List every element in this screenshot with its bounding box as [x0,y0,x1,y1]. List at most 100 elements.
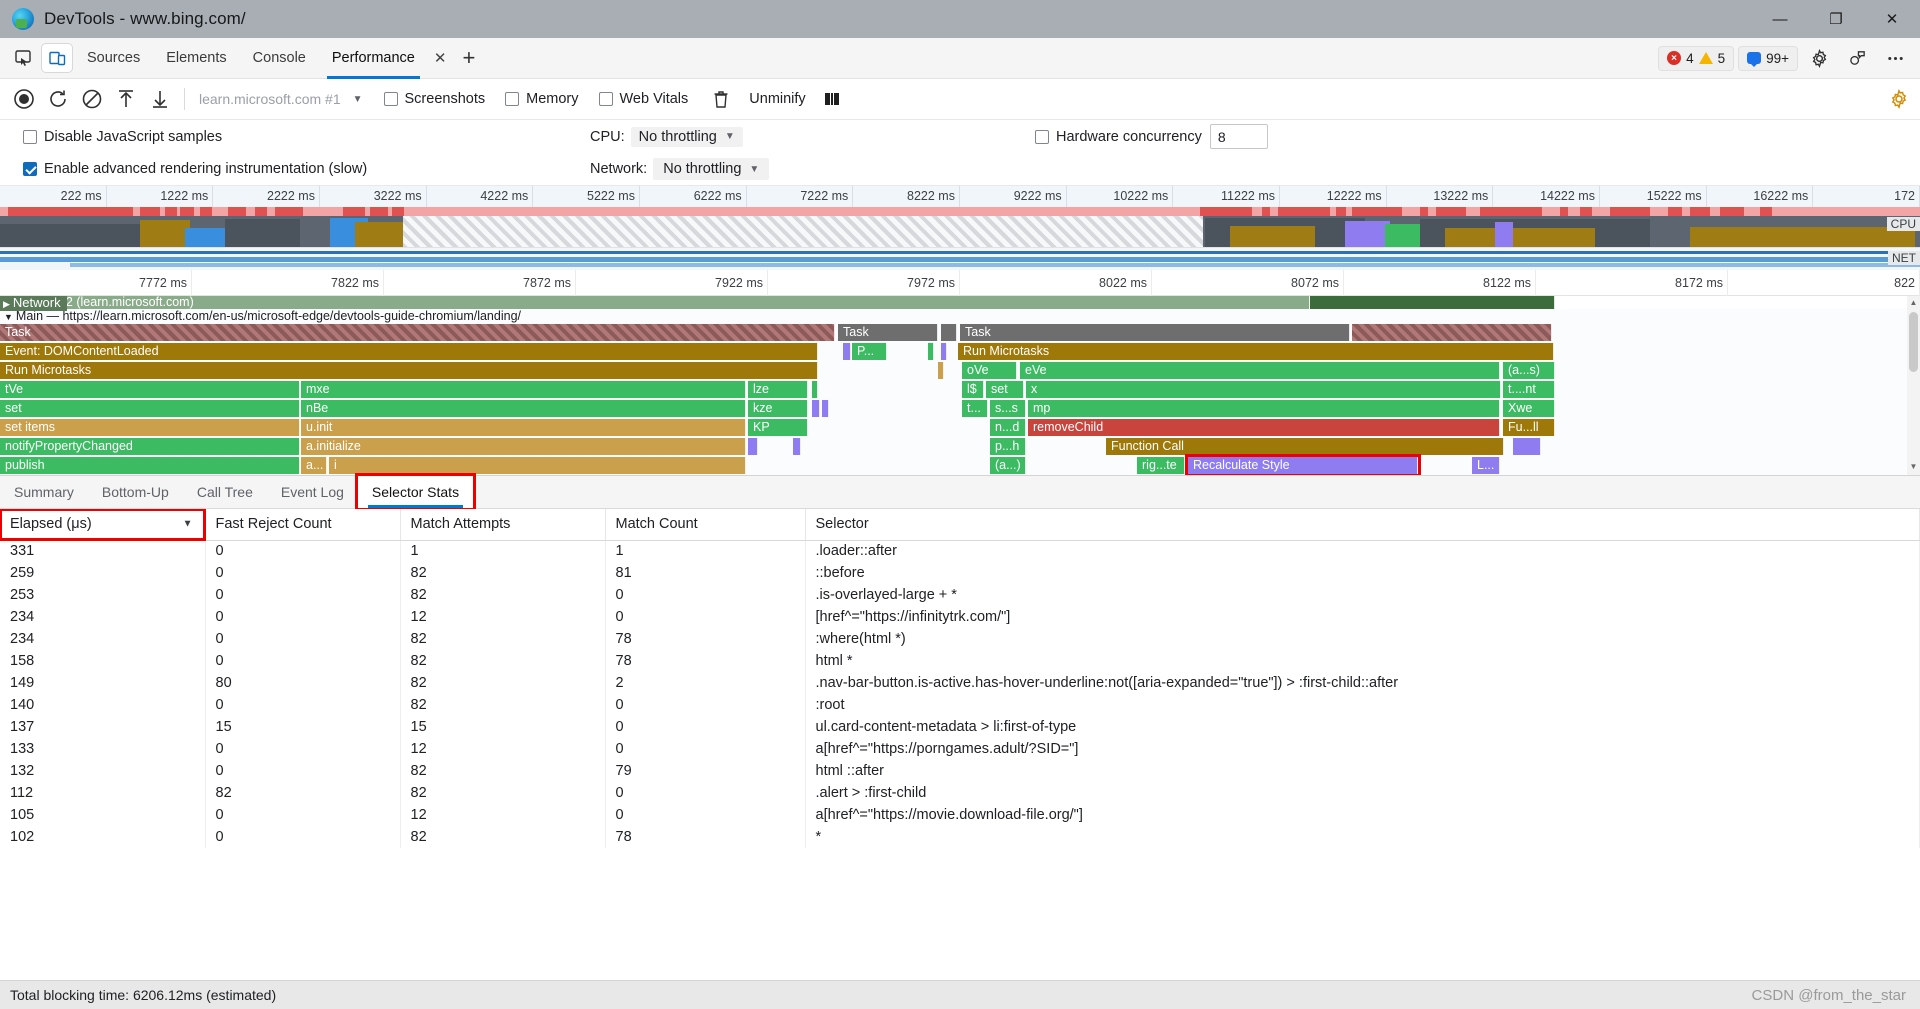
flame-row[interactable]: tVe mxe lze l$ set x t....nt [0,381,1920,399]
table-row[interactable]: 149 80 82 2 .nav-bar-button.is-active.has-ho… [0,672,1920,694]
cpu-throttling-select[interactable]: No throttling ▼ [630,126,743,147]
web-vitals-checkbox[interactable]: Web Vitals [598,91,688,107]
flame-bar[interactable] [748,438,758,455]
flame-row[interactable]: Run Microtasks oVe eVe (a...s) [0,362,1920,380]
flame-bar-set-items[interactable]: set items [0,419,300,436]
maximize-button[interactable]: ❐ [1808,0,1864,38]
table-body[interactable]: 331 0 1 1 .loader::after 259 0 82 81::before 253 0… [0,540,1920,848]
chevron-down-icon[interactable]: ▼ [353,94,363,105]
table-row[interactable]: 105 0 12 0 a[href^="https://movie.download-f… [0,804,1920,826]
flame-row[interactable]: set nBe kze t... s...s mp Xwe [0,400,1920,418]
flame-bar[interactable] [1352,324,1552,341]
flame-bar-kp[interactable]: KP [748,419,808,436]
flame-row[interactable]: set items u.init KP n...d removeChild Fu...ll [0,419,1920,437]
table-header-elapsed-s[interactable]: Elapsed (μs) ▼ [0,509,206,541]
scrollbar-thumb[interactable] [1909,312,1918,372]
memory-checkbox[interactable]: Memory [505,91,579,107]
disable-js-samples-checkbox[interactable]: Disable JavaScript samples [9,129,222,145]
flame-chart-scrollbar[interactable]: ▲ ▼ [1907,296,1920,475]
table-row[interactable]: 140 0 82 0:root [0,694,1920,716]
flame-bar[interactable] [941,324,957,341]
flame-bar-kze[interactable]: kze [748,400,808,417]
flame-row[interactable]: publish a... i (a...) rig...te Recalculate St… [0,454,1920,475]
tab-console[interactable]: Console [240,38,319,79]
settings-gear-icon[interactable] [1888,84,1920,114]
flame-bar[interactable] [928,343,934,360]
flame-bar-notifypropertychanged[interactable]: notifyPropertyChanged [0,438,300,455]
details-tab-bottom-up[interactable]: Bottom-Up [88,476,183,508]
flame-bar-l[interactable]: L... [1472,457,1500,474]
flame-bar-function-call[interactable]: Function Call [1106,438,1504,455]
network-throttling-select[interactable]: No throttling ▼ [653,158,770,180]
table-row[interactable]: 132 0 82 79 html ::after [0,760,1920,782]
table-row[interactable]: 234 0 12 0 [href^="https://infinitytrk.com/"… [0,606,1920,628]
tab-sources[interactable]: Sources [74,38,153,79]
details-tab-selector-stats[interactable]: Selector Stats [354,473,477,511]
flame-bar-mp[interactable]: mp [1028,400,1500,417]
flame-bar-eve[interactable]: eVe [1020,362,1500,379]
flame-bar-removechild[interactable]: removeChild [1028,419,1500,436]
trash-icon[interactable] [705,84,737,114]
table-row[interactable]: 133 0 12 0 a[href^="https://porngames.adult/… [0,738,1920,760]
flame-bar[interactable] [822,400,829,417]
table-row[interactable]: 158 0 82 78 html * [0,650,1920,672]
table-row[interactable]: 137 15 15 0 ul.card-content-metadata > li:fi… [0,716,1920,738]
timeline-overview[interactable]: 222 ms 1222 ms 2222 ms 3222 ms 4222 ms 5222 m… [0,186,1920,248]
table-row[interactable]: 253 0 82 0 .is-overlayed-large + * [0,584,1920,606]
flame-row[interactable]: notifyPropertyChanged a.initialize p...h Fu… [0,438,1920,456]
flame-bar-a-initialize[interactable]: a.initialize [301,438,746,455]
customize-icon[interactable] [1842,44,1872,72]
unminify-label[interactable]: Unminify [749,91,805,107]
flame-bar-p-h[interactable]: p...h [990,438,1026,455]
network-request-bar[interactable]: 9adae.woff2 (learn.microsoft.com) [0,296,1310,309]
flame-chart[interactable]: 9adae.woff2 (learn.microsoft.com) ▶ Netwo… [0,296,1920,476]
flame-bar-t[interactable]: t... [962,400,988,417]
clear-icon[interactable] [76,84,108,114]
flame-bar[interactable] [793,438,801,455]
flame-bar-l[interactable]: l$ [962,381,984,398]
flame-bar-task[interactable]: Task [0,324,835,341]
flame-bar-lze[interactable]: lze [748,381,808,398]
flame-row[interactable]: Task Task Task [0,324,1920,342]
flame-bar-i[interactable]: i [329,457,746,474]
flame-bar-ove[interactable]: oVe [962,362,1017,379]
flame-bar-rig-te[interactable]: rig...te [1137,457,1185,474]
table-row[interactable]: 102 0 82 78 * [0,826,1920,848]
advanced-rendering-checkbox[interactable]: Enable advanced rendering instrumentatio… [9,161,367,177]
flame-bar-run-microtasks[interactable]: Run Microtasks [958,343,1554,360]
flame-bar-mxe[interactable]: mxe [301,381,746,398]
table-row[interactable]: 112 82 82 0 .alert > :first-child [0,782,1920,804]
close-button[interactable]: ✕ [1864,0,1920,38]
table-header-match-count[interactable]: Match Count [605,509,806,541]
screenshots-checkbox[interactable]: Screenshots [383,91,485,107]
flame-bar-xwe[interactable]: Xwe [1503,400,1555,417]
unminify-icon[interactable] [816,84,848,114]
selector-stats-table-wrap[interactable]: Elapsed (μs) ▼ Fast Reject Count Match Atte… [0,509,1920,874]
flame-bar[interactable] [1513,438,1541,455]
flame-bar[interactable] [938,362,944,379]
tab-elements[interactable]: Elements [153,38,239,79]
flame-bar-recalculate-style[interactable]: Recalculate Style [1185,454,1421,475]
flame-bar-nbe[interactable]: nBe [301,400,746,417]
gear-icon[interactable] [1804,44,1834,72]
flame-bar-n-d[interactable]: n...d [990,419,1026,436]
flame-bar-fu-ll[interactable]: Fu...ll [1503,419,1555,436]
network-track-header[interactable]: ▶ Network [0,296,67,311]
table-row[interactable]: 259 0 82 81::before [0,562,1920,584]
flame-bar-set[interactable]: set [0,400,300,417]
save-profile-icon[interactable] [144,84,176,114]
record-icon[interactable] [8,84,40,114]
flame-row[interactable]: Event: DOMContentLoaded P... Run Microtask… [0,343,1920,361]
flame-bar-publish[interactable]: publish [0,457,300,474]
flame-bar[interactable] [941,343,947,360]
flame-bar-a[interactable]: a... [301,457,327,474]
flame-bar-a-s[interactable]: (a...s) [1503,362,1555,379]
table-header-fast-reject-count[interactable]: Fast Reject Count [205,509,401,541]
hardware-concurrency-input[interactable]: 8 [1209,124,1268,149]
main-track-header[interactable]: ▼ Main — https://learn.microsoft.com/en-u… [0,309,1920,324]
flame-bar[interactable] [812,381,818,398]
network-request-bar-2[interactable] [1310,296,1555,309]
minimize-button[interactable]: — [1752,0,1808,38]
table-header-match-attempts[interactable]: Match Attempts [400,509,606,541]
flame-bar-p[interactable]: P... [852,343,887,360]
